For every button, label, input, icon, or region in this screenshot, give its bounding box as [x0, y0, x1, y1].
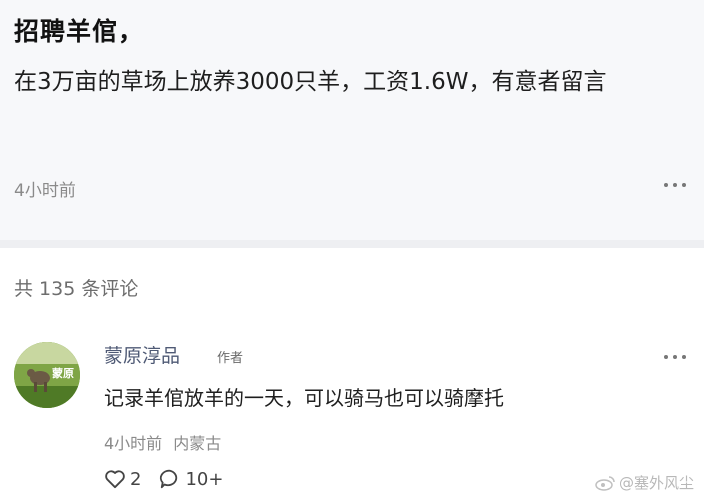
like-count: 2 — [130, 468, 142, 490]
watermark: @塞外风尘 — [595, 472, 694, 493]
post-title: 招聘羊倌， — [14, 17, 145, 46]
more-dots-icon[interactable] — [664, 180, 686, 190]
post-time: 4小时前 — [14, 181, 76, 201]
comment-location: 内蒙古 — [173, 434, 222, 453]
comment-count: 共 135 条评论 — [14, 278, 139, 300]
author-badge: 作者 — [217, 351, 244, 366]
svg-text:蒙原: 蒙原 — [52, 366, 74, 380]
more-dots-icon[interactable] — [664, 352, 686, 362]
reply-count: 10+ — [185, 468, 224, 490]
comment-text: 记录羊倌放羊的一天，可以骑马也可以骑摩托 — [104, 386, 504, 410]
comment-time: 4小时前 — [104, 434, 163, 453]
section-divider — [0, 240, 704, 248]
comment-actions: 2 10+ — [104, 468, 241, 490]
comment-author[interactable]: 蒙原淳品 — [104, 341, 180, 368]
reply-button[interactable]: 10+ — [159, 468, 223, 490]
watermark-text: @塞外风尘 — [618, 474, 694, 492]
post-card: 招聘羊倌， 在3万亩的草场上放养3000只羊，工资1.6W，有意者留言 4小时前 — [0, 0, 704, 240]
heart-icon — [105, 470, 125, 489]
weibo-icon — [595, 475, 615, 491]
like-button[interactable]: 2 — [104, 469, 141, 490]
post-body: 在3万亩的草场上放养3000只羊，工资1.6W，有意者留言 — [14, 69, 607, 95]
avatar[interactable]: 蒙原 — [14, 342, 80, 408]
chat-bubble-icon — [160, 469, 178, 489]
comment-meta: 4小时前 内蒙古 — [104, 430, 221, 454]
